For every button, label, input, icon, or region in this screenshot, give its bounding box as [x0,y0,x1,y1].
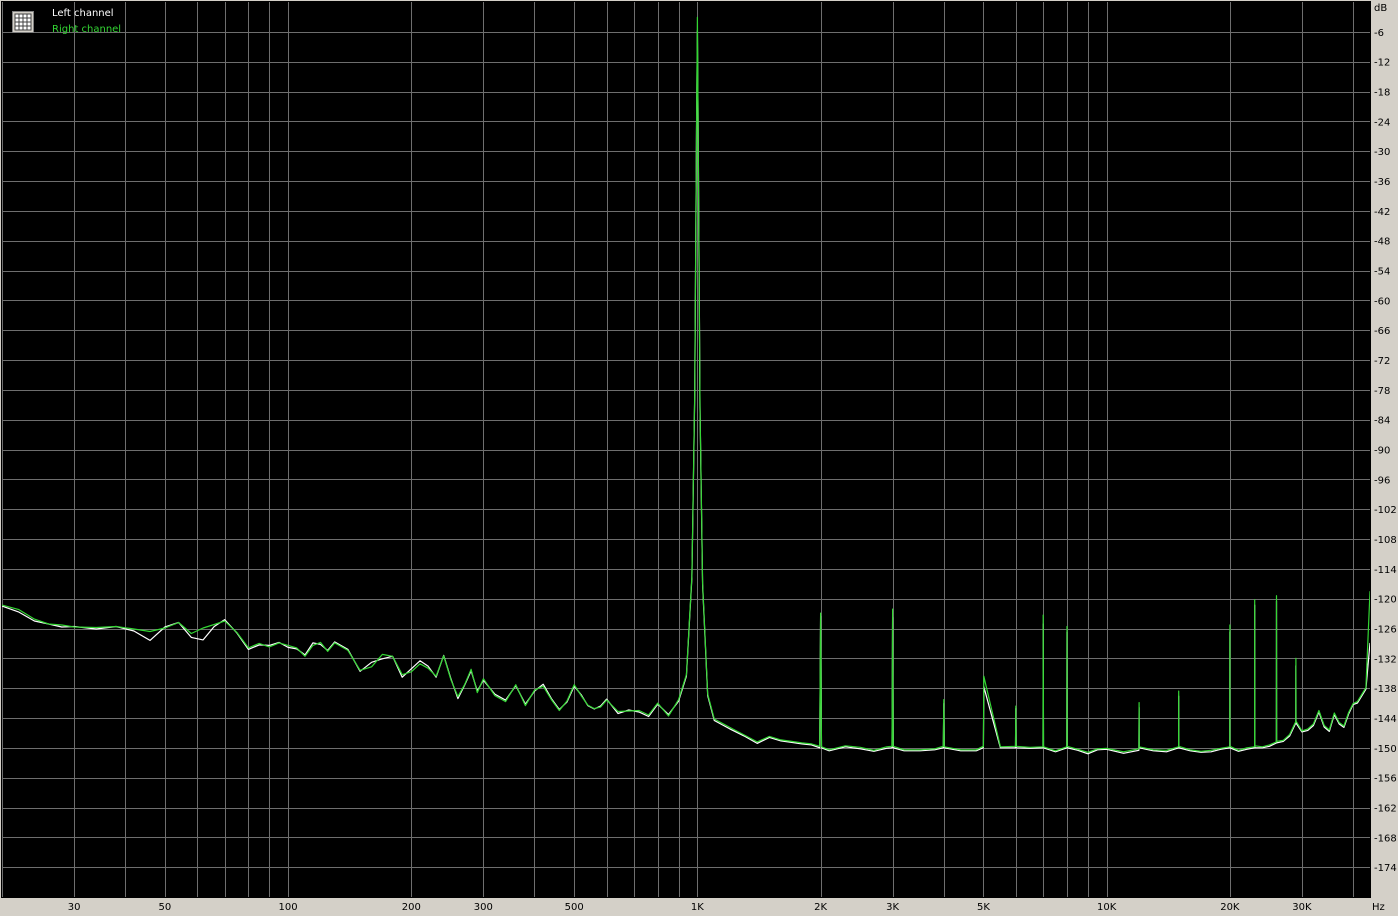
y-tick-label: -114 [1374,565,1397,576]
y-tick-label: -66 [1374,326,1390,337]
y-tick-label: -168 [1374,833,1397,844]
y-tick-label: -78 [1374,386,1390,397]
x-tick-label: 50 [159,902,172,913]
y-tick-label: -108 [1374,535,1397,546]
y-tick-label: -24 [1374,117,1390,128]
y-tick-label: -60 [1374,296,1390,307]
y-tick-label: -150 [1374,744,1397,755]
y-tick-label: -6 [1374,28,1384,39]
y-tick-label: -18 [1374,88,1390,99]
legend-entry-left-channel: Left channel [52,8,114,19]
y-tick-label: -96 [1374,475,1390,486]
y-tick-label: -156 [1374,774,1397,785]
chart-canvas: -6 -12 -18 -24 -30 -36 -42 -48 -54 -60 -66 -72 -78 -8… [1,1,1397,913]
x-tick-label: 1K [691,902,704,913]
x-tick-label: 10K [1097,902,1117,913]
x-tick-label: 100 [279,902,298,913]
x-tick-label: 30 [68,902,81,913]
y-tick-label: -132 [1374,654,1397,665]
y-tick-label: -138 [1374,684,1397,695]
y-tick-label: -54 [1374,267,1390,278]
y-tick-label: -90 [1374,446,1390,457]
y-tick-label: -102 [1374,505,1397,516]
x-tick-label: 2K [814,902,827,913]
y-tick-label: -72 [1374,356,1390,367]
x-tick-label: 20K [1220,902,1240,913]
y-tick-label: -174 [1374,863,1397,874]
y-tick-label: -42 [1374,207,1390,218]
y-tick-label: -12 [1374,58,1390,69]
x-tick-label: 500 [565,902,584,913]
y-axis-unit: dB [1374,3,1387,14]
spectrum-chart: -6 -12 -18 -24 -30 -36 -42 -48 -54 -60 -66 -72 -78 -8… [0,0,1398,916]
y-tick-label: -48 [1374,237,1390,248]
y-tick-label: -120 [1374,595,1397,606]
y-tick-label: -162 [1374,804,1397,815]
plot-area [2,2,1370,897]
x-tick-label: 3K [886,902,899,913]
legend-grid-icon[interactable] [12,11,34,33]
x-tick-label: 30K [1292,902,1312,913]
x-tick-label: 300 [474,902,493,913]
y-tick-label: -126 [1374,625,1397,636]
y-tick-label: -30 [1374,147,1390,158]
x-tick-label: 200 [402,902,421,913]
y-tick-label: -144 [1374,714,1397,725]
legend-entry-right-channel: Right channel [52,24,122,35]
y-tick-label: -36 [1374,177,1390,188]
x-tick-label: 5K [977,902,990,913]
x-axis-unit: Hz [1372,902,1385,913]
y-tick-label: -84 [1374,416,1390,427]
